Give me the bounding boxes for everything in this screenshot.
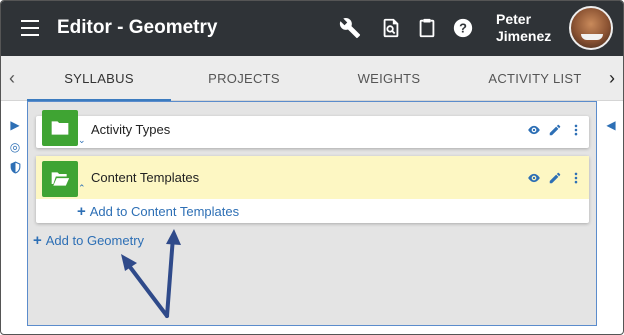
list-item-content-templates[interactable]: ⌃ Content Templates + Add to Content Tem… [36,156,589,223]
target-icon[interactable]: ◎ [6,138,24,156]
tab-activity-list[interactable]: ACTIVITY LIST [471,56,599,101]
shield-icon[interactable] [6,161,24,179]
item-title: Content Templates [91,170,200,185]
preview-icon[interactable] [379,16,403,40]
eye-icon[interactable] [526,122,542,138]
avatar[interactable] [569,6,613,50]
tab-weights[interactable]: WEIGHTS [331,56,447,101]
more-vert-icon[interactable] [568,170,584,186]
folder-icon [42,110,78,146]
user-name[interactable]: Peter Jimenez [496,11,551,45]
plus-icon: + [33,232,42,249]
tab-scroll-right-icon[interactable]: › [605,68,619,88]
top-bar: Editor - Geometry ? Peter Jimenez [1,1,623,56]
clipboard-icon[interactable] [415,16,439,40]
add-to-geometry-link[interactable]: + Add to Geometry [33,233,144,248]
collapse-panel-icon[interactable]: ◀ [604,116,618,134]
tab-projects[interactable]: PROJECTS [187,56,301,101]
chevron-down-icon[interactable]: ⌄ [78,135,86,146]
list-item-activity-types[interactable]: ⌄ Activity Types [36,110,589,148]
pencil-icon[interactable] [547,122,563,138]
wrench-icon[interactable] [338,16,362,40]
page-title: Editor - Geometry [57,17,218,38]
chevron-up-icon[interactable]: ⌃ [78,183,86,194]
add-link-label: Add to Content Templates [89,204,240,219]
help-icon[interactable]: ? [451,16,475,40]
folder-open-icon [42,161,78,197]
user-last-name: Jimenez [496,28,552,44]
syllabus-panel: ⌄ Activity Types ⌃ Content Templates + A… [27,101,597,326]
tab-scroll-left-icon[interactable]: ‹ [5,68,19,88]
add-link-label: Add to Geometry [45,233,145,248]
tab-syllabus[interactable]: SYLLABUS [27,56,171,101]
user-first-name: Peter [496,11,532,27]
add-to-content-templates-link[interactable]: + Add to Content Templates [77,204,239,219]
item-title: Activity Types [91,122,171,137]
more-vert-icon[interactable] [568,122,584,138]
tab-bar: ‹ SYLLABUS PROJECTS WEIGHTS ACTIVITY LIS… [1,56,623,101]
app-window: Editor - Geometry ? Peter Jimenez ‹ SYLL… [0,0,624,335]
expand-panel-icon[interactable]: ▶ [6,116,24,134]
svg-text:?: ? [459,21,467,36]
pencil-icon[interactable] [547,170,563,186]
menu-icon[interactable] [21,20,39,36]
plus-icon: + [77,203,86,220]
eye-icon[interactable] [526,170,542,186]
